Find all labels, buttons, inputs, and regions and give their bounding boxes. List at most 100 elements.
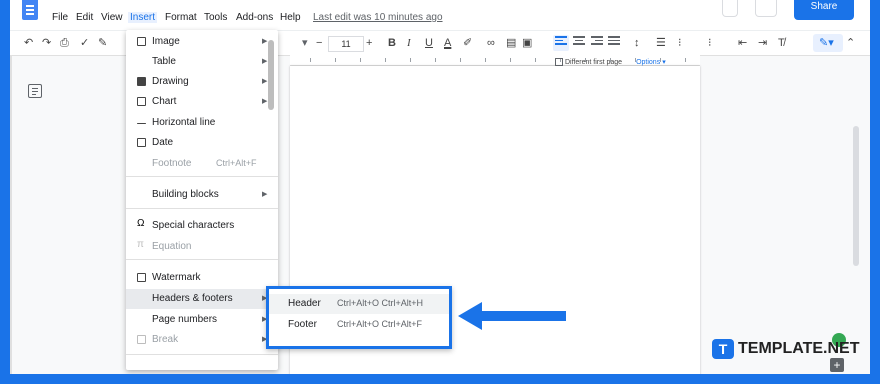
image-icon[interactable]: ▣	[522, 35, 532, 51]
template-watermark-text: TEMPLATE.NET	[738, 340, 860, 357]
menu-item-break[interactable]: Break ▶	[126, 330, 278, 350]
numbered-list-icon[interactable]: ⁝	[708, 35, 712, 51]
increase-font-icon[interactable]: +	[366, 35, 372, 51]
checklist-icon[interactable]: ☰	[656, 35, 666, 51]
spellcheck-icon[interactable]: ✓	[80, 35, 89, 51]
submenu-arrow-icon: ▶	[262, 78, 268, 85]
docs-logo-icon[interactable]	[22, 0, 38, 20]
last-edit-link[interactable]: Last edit was 10 minutes ago	[313, 12, 443, 23]
justify-icon[interactable]	[608, 36, 620, 47]
highlight-icon[interactable]: ✐	[463, 35, 472, 51]
menu-format[interactable]: Format	[165, 12, 197, 23]
menu-item-shortcut: Ctrl+Alt+F	[216, 158, 257, 168]
text-color-icon[interactable]: A	[444, 35, 451, 51]
menu-item-date[interactable]: Date	[126, 133, 278, 153]
comments-icon[interactable]	[722, 0, 738, 17]
header-options: Different first page Options ▾	[555, 58, 666, 67]
menu-item-label: Drawing	[152, 76, 189, 87]
align-right-icon[interactable]	[591, 36, 603, 47]
menu-item-drawing[interactable]: Drawing ▶	[126, 72, 278, 92]
bold-icon[interactable]: B	[388, 35, 396, 51]
menu-item-label: Image	[152, 36, 180, 47]
menu-insert[interactable]: Insert	[128, 12, 158, 23]
font-dropdown-chevron-icon[interactable]: ▾	[302, 35, 308, 51]
docs-window: File Edit View Insert Format Tools Add-o…	[10, 0, 870, 374]
menu-item-label: Chart	[152, 96, 177, 107]
line-spacing-icon[interactable]: ↕	[634, 35, 640, 51]
submenu-item-label: Footer	[288, 319, 317, 330]
menu-separator	[126, 176, 278, 177]
annotation-arrow-icon	[458, 302, 566, 330]
menu-item-horizontal-line[interactable]: Horizontal line	[126, 113, 278, 133]
horizontal-line-icon	[137, 123, 146, 124]
decrease-font-icon[interactable]: −	[316, 35, 322, 51]
menu-item-label: Footnote	[152, 158, 192, 169]
menu-file[interactable]: File	[52, 12, 68, 23]
submenu-arrow-icon: ▶	[262, 58, 268, 65]
present-icon[interactable]	[755, 0, 777, 17]
left-edge	[10, 55, 12, 374]
menu-item-table[interactable]: Table ▶	[126, 52, 278, 72]
image-icon	[137, 37, 146, 46]
menu-separator	[126, 354, 278, 355]
menu-item-label: Horizontal line	[152, 117, 216, 128]
menu-item-label: Break	[152, 334, 179, 345]
share-button[interactable]: Share	[794, 0, 854, 20]
underline-icon[interactable]: U	[425, 35, 433, 51]
menu-item-watermark[interactable]: Watermark	[126, 268, 278, 288]
menu-item-building-blocks[interactable]: Building blocks ▶	[126, 185, 278, 205]
menu-edit[interactable]: Edit	[76, 12, 93, 23]
options-chevron-icon: ▾	[662, 59, 666, 66]
menu-item-label: Special characters	[152, 220, 235, 231]
menu-help[interactable]: Help	[280, 12, 301, 23]
menu-item-chart[interactable]: Chart ▶	[126, 92, 278, 112]
headers-footers-submenu: Header Ctrl+Alt+O Ctrl+Alt+H Footer Ctrl…	[266, 286, 452, 349]
submenu-item-shortcut: Ctrl+Alt+O Ctrl+Alt+F	[337, 319, 423, 329]
template-logo-icon: T	[712, 339, 734, 359]
align-center-icon[interactable]	[573, 36, 585, 47]
edit-mode-icon[interactable]: ✎▾	[813, 34, 843, 52]
omega-icon: Ω	[137, 218, 145, 229]
link-icon[interactable]: ∞	[487, 35, 495, 51]
scrollbar[interactable]	[853, 126, 859, 266]
paint-format-icon[interactable]: ✎	[98, 35, 107, 51]
menu-item-image[interactable]: Image ▶	[126, 32, 278, 52]
date-icon	[137, 138, 146, 147]
clear-format-icon[interactable]: T̸	[778, 35, 785, 51]
print-icon[interactable]: ⎙	[60, 35, 69, 51]
decrease-indent-icon[interactable]: ⇤	[738, 35, 747, 51]
menu-addons[interactable]: Add-ons	[236, 12, 273, 23]
menu-item-footnote[interactable]: Footnote Ctrl+Alt+F	[126, 154, 278, 174]
different-first-page-checkbox[interactable]	[555, 58, 563, 67]
collapse-icon[interactable]: ⌃	[846, 35, 855, 51]
explore-icon[interactable]: +	[830, 358, 844, 372]
menu-item-label: Building blocks	[152, 189, 219, 200]
font-size-field[interactable]: 11	[328, 36, 364, 52]
menu-item-page-numbers[interactable]: Page numbers ▶	[126, 310, 278, 330]
bulleted-list-icon[interactable]: ⁝	[678, 35, 682, 51]
watermark-icon	[137, 273, 146, 282]
menu-tools[interactable]: Tools	[204, 12, 227, 23]
menu-separator	[126, 208, 278, 209]
menu-view[interactable]: View	[101, 12, 123, 23]
menu-item-label: Page numbers	[152, 314, 218, 325]
submenu-item-footer[interactable]: Footer Ctrl+Alt+O Ctrl+Alt+F	[269, 315, 449, 335]
submenu-item-label: Header	[288, 298, 321, 309]
options-dropdown[interactable]: Options	[636, 59, 660, 66]
document-outline-icon[interactable]	[28, 84, 42, 98]
redo-icon[interactable]: ↷	[42, 35, 51, 51]
menu-separator	[126, 259, 278, 260]
menu-item-label: Watermark	[152, 272, 201, 283]
increase-indent-icon[interactable]: ⇥	[758, 35, 767, 51]
comment-icon[interactable]: ▤	[506, 35, 516, 51]
undo-icon[interactable]: ↶	[24, 35, 33, 51]
menu-item-label: Date	[152, 137, 174, 148]
chart-icon	[137, 97, 146, 106]
menubar: File Edit View Insert Format Tools Add-o…	[10, 0, 870, 30]
menu-item-label: Equation	[152, 241, 192, 252]
italic-icon[interactable]: I	[407, 35, 411, 51]
menu-item-headers-footers[interactable]: Headers & footers ▶	[126, 289, 278, 309]
menu-item-special-characters[interactable]: Ω Special characters	[126, 216, 278, 236]
submenu-item-header[interactable]: Header Ctrl+Alt+O Ctrl+Alt+H	[269, 294, 449, 314]
menu-item-equation[interactable]: π Equation	[126, 237, 278, 257]
